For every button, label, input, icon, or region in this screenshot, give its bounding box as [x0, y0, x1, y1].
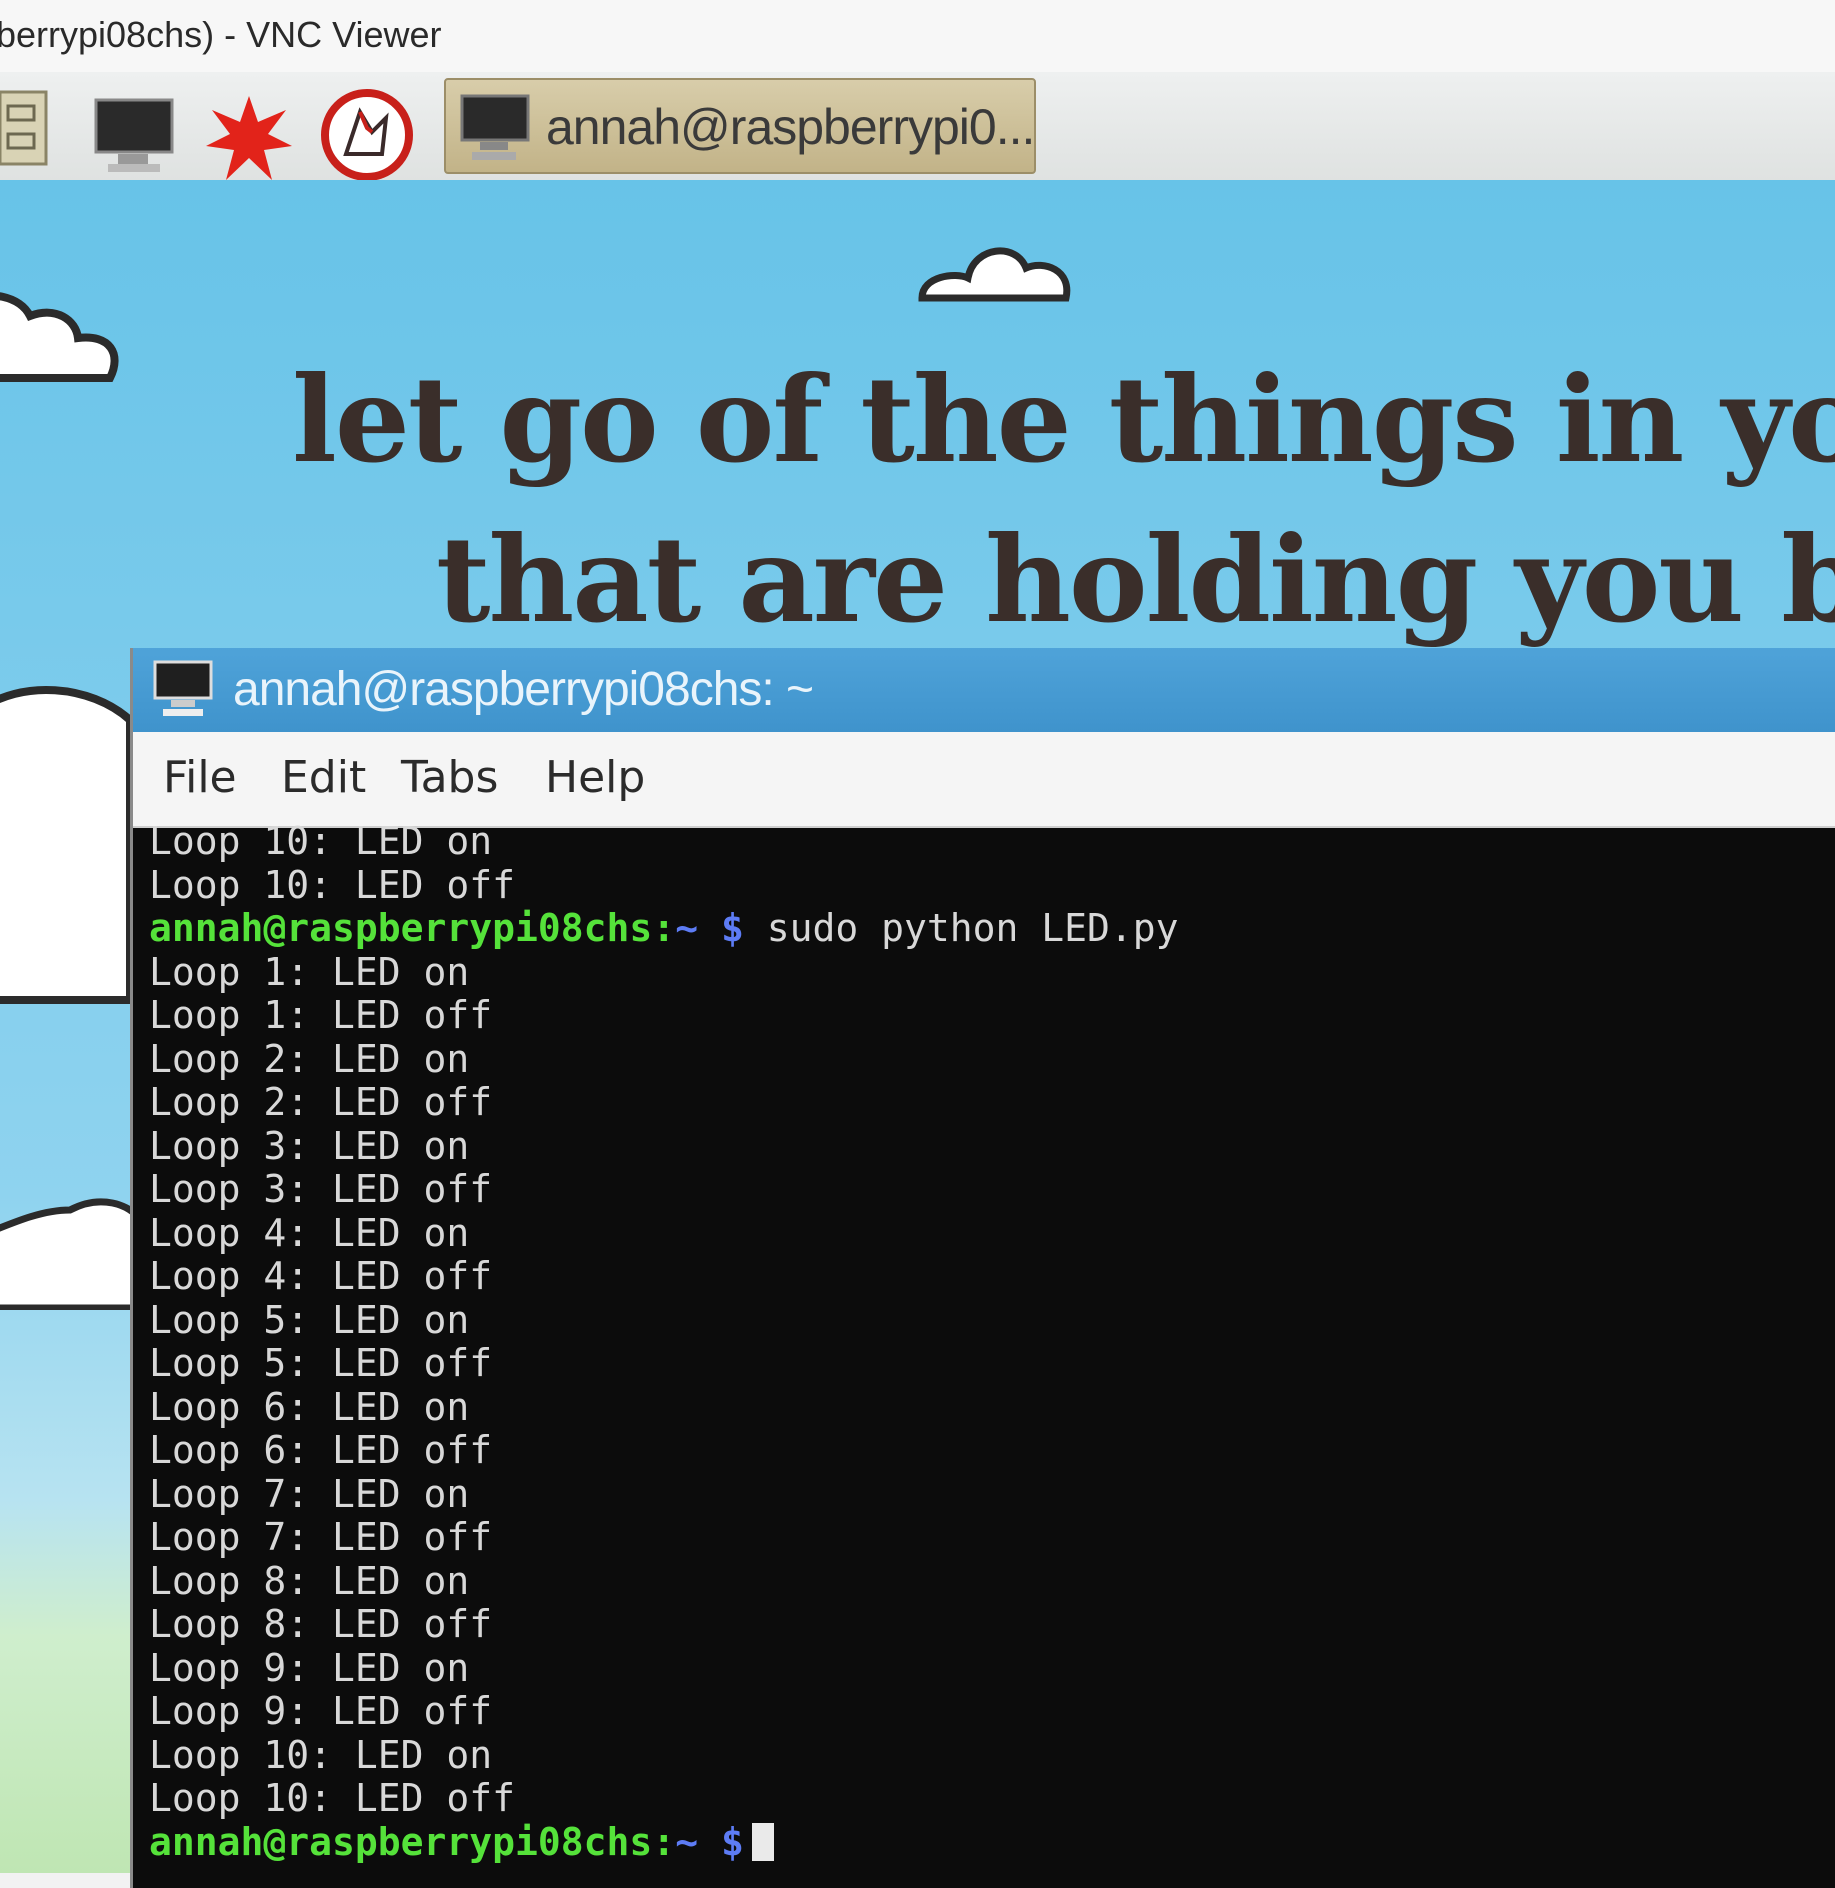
- prompt-user-host: annah@raspberrypi08chs:: [149, 906, 676, 950]
- wallpaper-quote-line-2: that are holding you back: [436, 510, 1835, 649]
- wallpaper-quote-line-1: let go of the things in your li: [292, 350, 1835, 489]
- terminal-output-line: Loop 2: LED off: [149, 1080, 493, 1124]
- menu-file[interactable]: File: [163, 752, 237, 803]
- terminal-output-line: Loop 8: LED off: [149, 1602, 493, 1646]
- terminal-output-line: Loop 2: LED on: [149, 1036, 470, 1081]
- terminal-output-line: Loop 10: LED on: [149, 819, 493, 863]
- terminal-output-line: Loop 10: LED off: [149, 1776, 516, 1820]
- prompt-command: sudo python LED.py: [743, 906, 1179, 950]
- file-manager-icon[interactable]: [0, 88, 50, 168]
- terminal-output-line: Loop 5: LED on: [149, 1297, 470, 1342]
- terminal-output-line: Loop 1: LED on: [149, 949, 470, 994]
- terminal-output-line: Loop 1: LED off: [149, 993, 493, 1037]
- terminal-output[interactable]: Loop 10: LED on Loop 10: LED off annah@ras…: [149, 819, 1829, 1865]
- terminal-menu-bar: File Edit Tabs Help: [133, 732, 1835, 828]
- prompt-path: ~ $: [675, 906, 744, 950]
- taskbar-terminal-task[interactable]: annah@raspberrypi0...: [444, 78, 1036, 174]
- terminal-output-line: Loop 7: LED off: [149, 1515, 493, 1559]
- terminal-icon[interactable]: [94, 98, 174, 178]
- terminal-title-bar[interactable]: annah@raspberrypi08chs: ~: [133, 648, 1835, 732]
- terminal-prompt-line: annah@raspberrypi08chs:~ $: [149, 1819, 1829, 1865]
- terminal-output-line: Loop 3: LED on: [149, 1123, 470, 1168]
- cloud-top-left: [0, 292, 119, 382]
- terminal-output-line: Loop 4: LED on: [149, 1210, 470, 1255]
- terminal-cursor: [751, 1822, 774, 1861]
- terminal-icon: [153, 660, 213, 724]
- menu-edit[interactable]: Edit: [281, 752, 366, 803]
- wolfram-icon[interactable]: [204, 94, 294, 184]
- terminal-output-line: Loop 7: LED on: [149, 1471, 470, 1516]
- vnc-window-title: berrypi08chs) - VNC Viewer: [0, 14, 442, 55]
- vnc-title-bar: berrypi08chs) - VNC Viewer: [0, 0, 1835, 73]
- taskbar-task-label: annah@raspberrypi0...: [546, 99, 1035, 155]
- terminal-output-line: Loop 3: LED off: [149, 1167, 493, 1211]
- menu-help[interactable]: Help: [545, 752, 645, 803]
- terminal-output-line: Loop 10: LED on: [149, 1732, 493, 1777]
- terminal-output-line: Loop 4: LED off: [149, 1254, 493, 1298]
- prompt-path: ~ $: [675, 1819, 744, 1864]
- terminal-icon: [460, 94, 530, 168]
- prompt-user-host: annah@raspberrypi08chs:: [149, 1819, 676, 1864]
- terminal-output-line: Loop 8: LED on: [149, 1558, 470, 1603]
- terminal-output-line: Loop 6: LED on: [149, 1384, 470, 1429]
- terminal-title: annah@raspberrypi08chs: ~: [233, 663, 814, 716]
- terminal-prompt-line: annah@raspberrypi08chs:~ $ sudo python L…: [149, 906, 1829, 951]
- terminal-output-line: Loop 9: LED off: [149, 1689, 493, 1733]
- terminal-output-line: Loop 10: LED off: [149, 862, 516, 907]
- menu-tabs[interactable]: Tabs: [401, 752, 498, 803]
- terminal-window[interactable]: annah@raspberrypi08chs: ~ File Edit Tabs…: [130, 648, 1835, 1888]
- cloud-top-center: [918, 247, 1071, 302]
- terminal-output-line: Loop 6: LED off: [149, 1428, 493, 1472]
- terminal-output-line: Loop 9: LED on: [149, 1645, 470, 1690]
- terminal-output-line: Loop 5: LED off: [149, 1341, 493, 1385]
- mathematica-icon[interactable]: [320, 88, 414, 182]
- taskbar: annah@raspberrypi0...: [0, 72, 1835, 182]
